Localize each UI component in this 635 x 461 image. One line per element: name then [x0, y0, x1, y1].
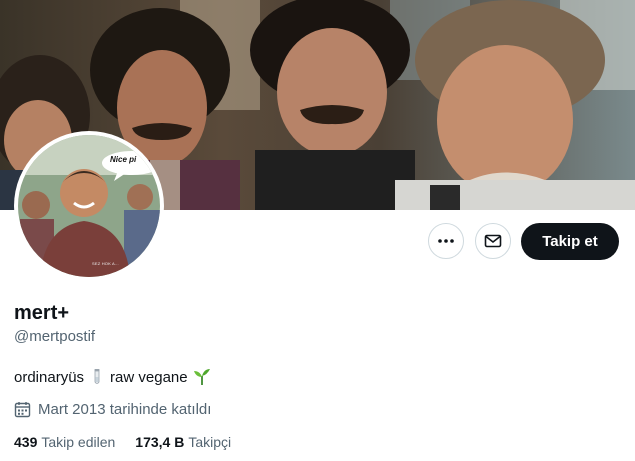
avatar-image: Nice pi SEZ HOK A... [18, 135, 160, 277]
following-link[interactable]: 439 Takip edilen [14, 434, 115, 450]
seedling-icon [193, 369, 210, 385]
join-date: Mart 2013 tarihinde katıldı [14, 401, 211, 418]
following-count: 439 [14, 434, 38, 450]
avatar-bubble-text: Nice pi [110, 155, 137, 164]
avatar-watermark: SEZ HOK A... [92, 261, 119, 266]
following-label: Takip edilen [41, 434, 116, 450]
calendar-icon [14, 402, 31, 418]
avatar-photo [18, 135, 160, 277]
profile-avatar[interactable]: Nice pi SEZ HOK A... [14, 131, 164, 281]
more-button[interactable] [428, 223, 464, 259]
followers-label: Takipçi [188, 434, 232, 450]
message-button[interactable] [475, 223, 511, 259]
test-tube-icon [94, 369, 100, 384]
bio-text-2: raw vegane [110, 368, 188, 386]
username-handle: @mertpostif [14, 328, 96, 345]
follow-button[interactable]: Takip et [521, 223, 619, 260]
profile-bio: ordinaryüs raw vegane [14, 367, 212, 387]
bio-text-1: ordinaryüs [14, 368, 85, 386]
followers-link[interactable]: 173,4 B Takipçi [135, 434, 231, 450]
follow-stats: 439 Takip edilen 173,4 B Takipçi [14, 434, 231, 450]
followers-count: 173,4 B [135, 434, 185, 450]
display-name: mert+ [14, 302, 70, 324]
more-icon [438, 239, 454, 243]
join-date-text: Mart 2013 tarihinde katıldı [38, 401, 212, 418]
mail-icon [484, 234, 502, 248]
